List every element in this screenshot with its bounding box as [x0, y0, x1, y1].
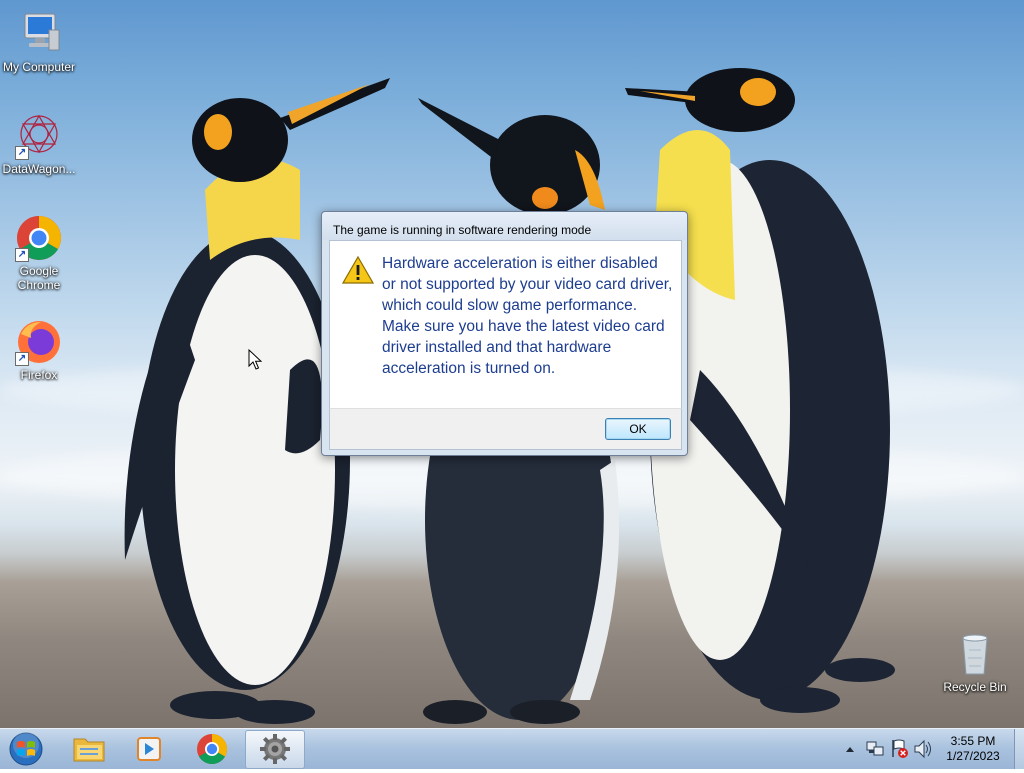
warning-icon — [342, 255, 374, 284]
desktop-icon-recycle-bin[interactable]: Recycle Bin — [936, 630, 1014, 694]
shortcut-arrow-icon: ↗ — [15, 146, 29, 160]
taskbar-game-settings[interactable] — [245, 730, 305, 769]
taskbar-file-explorer[interactable] — [60, 730, 118, 767]
tray-volume[interactable] — [912, 729, 932, 769]
firefox-icon: ↗ — [15, 318, 63, 366]
mouse-cursor-icon — [248, 349, 262, 370]
recycle-bin-icon — [951, 630, 999, 678]
shortcut-arrow-icon: ↗ — [15, 248, 29, 262]
chrome-icon: ↗ — [15, 214, 63, 262]
shortcut-arrow-icon: ↗ — [15, 352, 29, 366]
file-explorer-icon — [73, 738, 105, 762]
desktop-icon-label: Recycle Bin — [943, 680, 1007, 694]
start-button[interactable] — [6, 731, 46, 767]
ok-button[interactable]: OK — [605, 418, 671, 440]
desktop-icon-google-chrome[interactable]: ↗ Google Chrome — [0, 214, 78, 292]
desktop-icon-label: Firefox — [20, 368, 58, 382]
action-center-flag-icon — [892, 739, 908, 758]
taskbar-media-player[interactable] — [121, 730, 179, 767]
windows-orb-icon — [9, 732, 43, 766]
volume-icon — [914, 739, 931, 759]
taskbar-clock[interactable]: 3:55 PM 1/27/2023 — [932, 734, 1014, 764]
chevron-up-icon — [846, 747, 854, 752]
taskbar: 3:55 PM 1/27/2023 — [0, 728, 1024, 769]
taskbar-chrome[interactable] — [183, 730, 241, 767]
desktop-icon-label: Google Chrome — [17, 264, 61, 292]
tray-network[interactable] — [864, 729, 886, 769]
game-settings-icon — [260, 734, 290, 764]
dialog-titlebar[interactable]: The game is running in software renderin… — [322, 212, 687, 240]
datawagon-icon: ↗ — [15, 112, 63, 160]
tray-show-hidden-icons[interactable] — [842, 729, 858, 769]
clock-time: 3:55 PM — [950, 734, 996, 748]
clock-date: 1/27/2023 — [946, 749, 1000, 763]
dialog-message: Hardware acceleration is either disabled… — [382, 255, 673, 377]
desktop-icon-datawagon[interactable]: ↗ DataWagon... — [0, 112, 78, 176]
computer-icon — [15, 10, 63, 58]
desktop-icon-firefox[interactable]: ↗ Firefox — [0, 318, 78, 382]
chrome-icon — [197, 734, 228, 765]
dialog-title: The game is running in software renderin… — [333, 223, 592, 237]
media-player-icon — [137, 737, 161, 761]
dialog-content: Hardware acceleration is either disabled… — [329, 240, 682, 409]
desktop-icon-my-computer[interactable]: My Computer — [0, 10, 78, 74]
show-desktop-button[interactable] — [1014, 729, 1024, 769]
tray-action-center[interactable] — [888, 729, 910, 769]
desktop-icon-label: My Computer — [2, 60, 76, 74]
dialog-footer: OK — [329, 408, 682, 450]
desktop-icon-label: DataWagon... — [2, 162, 76, 176]
network-icon — [866, 741, 884, 756]
software-rendering-dialog: The game is running in software renderin… — [321, 211, 688, 456]
